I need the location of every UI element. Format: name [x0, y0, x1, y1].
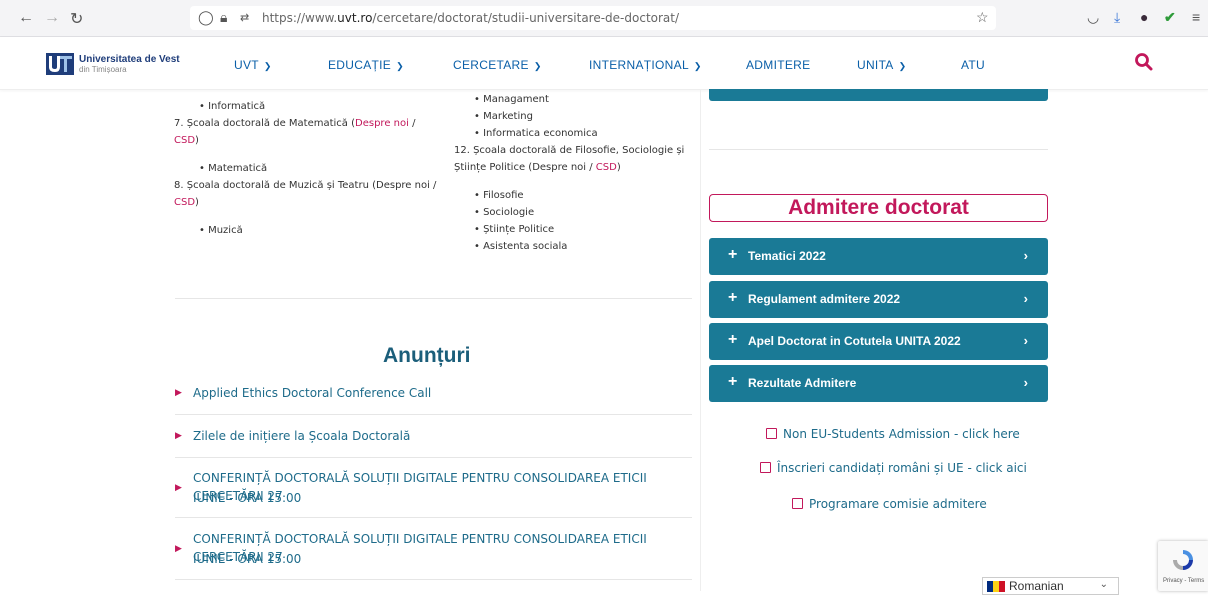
divider — [175, 298, 692, 299]
nav-item-atu[interactable]: ATU — [961, 58, 985, 72]
school-12-heading-cont: Științe Politice (Despre noi / CSD) — [454, 162, 621, 173]
divider — [175, 457, 692, 458]
language-select[interactable]: Romanian ⌄ — [982, 577, 1119, 595]
plus-icon: + — [728, 331, 738, 348]
accordion-apel-cotutela[interactable]: + Apel Doctorat in Cotutela UNITA 2022 › — [709, 323, 1048, 360]
nav-item-uvt[interactable]: UVT ❯ — [234, 58, 272, 72]
calendar-icon — [792, 498, 803, 509]
lock-icon[interactable]: 🔒︎ — [220, 9, 227, 26]
site-header: Universitatea de Vest din Timișoara UVT ❯… — [0, 37, 1208, 90]
caret-right-icon: ▶ — [175, 483, 182, 493]
nav-item-educatie[interactable]: EDUCAȚIE ❯ — [328, 58, 404, 72]
school-7-heading: 7. Școala doctorală de Matematică (Despr… — [174, 118, 416, 129]
recaptcha-privacy-text[interactable]: Privacy - Terms — [1163, 578, 1204, 584]
announcement-item[interactable]: ▶ CONFERINȚĂ DOCTORALĂ SOLUȚII DIGITALE … — [175, 530, 692, 576]
nav-item-admitere[interactable]: ADMITERE — [746, 58, 810, 72]
list-item: • Marketing — [474, 111, 533, 122]
list-item: • Informatica economica — [474, 128, 598, 139]
list-item: • Informatică — [199, 101, 266, 112]
announcement-item[interactable]: ▶ Zilele de inițiere la Școala Doctorală — [175, 427, 692, 457]
list-item: • Filosofie — [474, 190, 524, 201]
nav-item-unita[interactable]: UNITA ❯ — [857, 58, 906, 72]
list-item: • Asistenta sociala — [474, 241, 568, 252]
list-item: • Muzică — [199, 225, 243, 236]
plus-icon: + — [728, 246, 738, 263]
list-item: • Managament — [474, 94, 549, 105]
permissions-icon[interactable]: ⇄ — [240, 11, 249, 24]
school-7-csd: CSD) — [174, 135, 199, 146]
despre-noi-link[interactable]: Despre noi — [355, 118, 409, 129]
reload-icon[interactable]: ↻ — [70, 9, 83, 29]
caret-right-icon: ▶ — [175, 431, 182, 441]
back-arrow-icon[interactable]: ← — [18, 9, 34, 27]
school-8-heading: 8. Școala doctorală de Muzică și Teatru … — [174, 180, 437, 191]
announcement-item[interactable]: ▶ Applied Ethics Doctoral Conference Cal… — [175, 384, 692, 414]
address-bar[interactable]: ◯ 🔒︎ ⇄ https://www.uvt.ro/cercetare/doct… — [190, 6, 996, 30]
announcement-item[interactable]: ▶ CONFERINȚĂ DOCTORALĂ SOLUȚII DIGITALE … — [175, 469, 692, 515]
uvt-logo-icon[interactable] — [46, 53, 74, 75]
recaptcha-icon — [1173, 550, 1193, 570]
divider — [175, 579, 692, 580]
list-item: • Matematică — [199, 163, 268, 174]
nav-item-international[interactable]: INTERNAȚIONAL ❯ — [589, 58, 702, 72]
chevron-down-icon: ❯ — [396, 61, 404, 71]
menu-icon[interactable]: ≡ — [1192, 9, 1200, 25]
logo-title[interactable]: Universitatea de Vest — [79, 55, 180, 65]
shield-icon[interactable]: ◯ — [198, 9, 214, 26]
csd-link[interactable]: CSD — [596, 162, 617, 173]
divider — [709, 149, 1048, 150]
accordion-tematici[interactable]: + Tematici 2022 › — [709, 238, 1048, 275]
recaptcha-badge[interactable]: Privacy - Terms — [1158, 541, 1208, 591]
accordion-rezultate[interactable]: + Rezultate Admitere › — [709, 365, 1048, 402]
calendar-icon — [766, 428, 777, 439]
chevron-down-icon: ❯ — [898, 61, 907, 71]
divider — [175, 414, 692, 415]
account-avatar-icon[interactable]: ● — [1140, 9, 1148, 25]
chevron-right-icon: › — [1023, 333, 1028, 348]
chevron-down-icon: ❯ — [263, 61, 272, 71]
chevron-down-icon: ⌄ — [1099, 579, 1108, 590]
list-item: • Sociologie — [474, 207, 535, 218]
school-12-heading: 12. Școala doctorală de Filosofie, Socio… — [454, 145, 685, 156]
non-eu-admission-link[interactable]: Non EU-Students Admission - click here — [766, 427, 1020, 441]
search-icon[interactable] — [1134, 52, 1154, 72]
chevron-down-icon: ❯ — [693, 61, 702, 71]
accordion-regulament[interactable]: + Regulament admitere 2022 › — [709, 281, 1048, 318]
admitere-title-box: Admitere doctorat — [709, 194, 1048, 222]
chevron-right-icon: › — [1023, 375, 1028, 390]
url-text[interactable]: https://www.uvt.ro/cercetare/doctorat/st… — [262, 11, 679, 25]
plus-icon: + — [728, 289, 738, 306]
caret-right-icon: ▶ — [175, 388, 182, 398]
inscrieri-link[interactable]: Înscrieri candidați români și UE - click… — [760, 461, 1027, 475]
logo-subtitle: din Timișoara — [79, 65, 127, 74]
caret-right-icon: ▶ — [175, 544, 182, 554]
chevron-down-icon: ❯ — [533, 61, 542, 71]
sidebar-block-top — [709, 89, 1048, 101]
school-8-csd: CSD) — [174, 197, 199, 208]
calendar-icon — [760, 462, 771, 473]
browser-toolbar: ← → ↻ ◯ 🔒︎ ⇄ https://www.uvt.ro/cercetar… — [0, 0, 1208, 37]
pocket-icon[interactable]: ◡ — [1087, 9, 1099, 26]
divider — [175, 517, 692, 518]
nav-item-cercetare[interactable]: CERCETARE ❯ — [453, 58, 542, 72]
checkmark-extension-icon[interactable]: ✔ — [1164, 9, 1176, 26]
chevron-right-icon: › — [1023, 248, 1028, 263]
column-divider — [700, 89, 701, 591]
bookmark-star-icon[interactable]: ☆ — [976, 9, 989, 26]
admitere-title: Admitere doctorat — [788, 196, 969, 219]
announcements-title: Anunțuri — [383, 344, 471, 367]
programare-comisie-link[interactable]: Programare comisie admitere — [792, 497, 987, 511]
forward-arrow-icon[interactable]: → — [44, 9, 60, 27]
plus-icon: + — [728, 373, 738, 390]
chevron-right-icon: › — [1023, 291, 1028, 306]
list-item: • Științe Politice — [474, 224, 555, 235]
romania-flag-icon — [987, 581, 1005, 592]
csd-link[interactable]: CSD — [174, 197, 195, 208]
csd-link[interactable]: CSD — [174, 135, 195, 146]
download-icon[interactable]: ⤓ — [1114, 9, 1120, 26]
